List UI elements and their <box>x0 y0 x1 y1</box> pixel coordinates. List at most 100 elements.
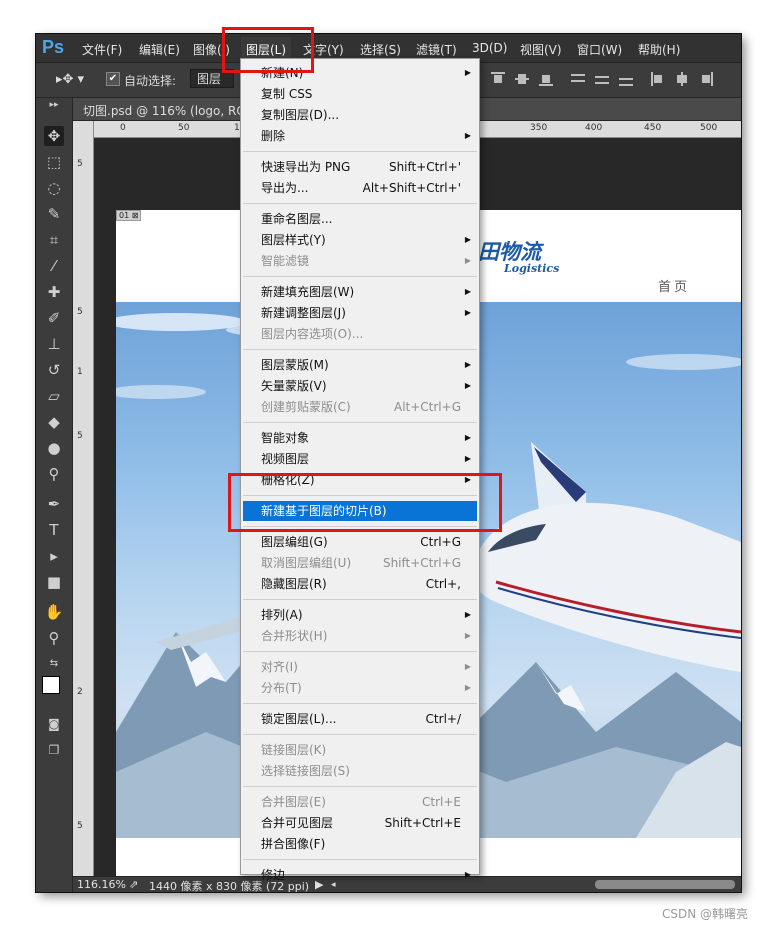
clone-stamp-tool-icon[interactable]: ⊥ <box>44 334 64 354</box>
brush-tool-icon[interactable]: ✐ <box>44 308 64 328</box>
menu-item[interactable]: 删除 ▶ <box>241 126 479 146</box>
nav-home-link: 首页 <box>658 280 691 295</box>
menu-item-label: 图层内容选项(O)... <box>261 327 364 341</box>
menu-item[interactable]: 隐藏图层(R) Ctrl+, <box>241 574 479 594</box>
menu-item: 合并形状(H) ▶ <box>241 626 479 646</box>
menu-item-label: 导出为... <box>261 181 309 195</box>
menu-item[interactable]: 快速导出为 PNG Shift+Ctrl+' <box>241 157 479 177</box>
menu-window[interactable]: 窗口(W) <box>577 41 622 58</box>
crop-tool-icon[interactable]: ⌗ <box>44 230 64 250</box>
menu-item-label: 复制 CSS <box>261 87 313 101</box>
menu-item[interactable]: 修边 ▶ <box>241 865 479 885</box>
ruler-mark: 5 <box>77 821 83 831</box>
menu-help[interactable]: 帮助(H) <box>638 41 680 58</box>
menu-item: 对齐(I) ▶ <box>241 657 479 677</box>
type-tool-icon[interactable]: T <box>44 520 64 540</box>
menu-item-shortcut: Shift+Ctrl+' <box>388 160 461 174</box>
distribute-vcenter-icon[interactable] <box>595 72 609 86</box>
distribute-top-icon[interactable] <box>571 72 585 86</box>
ruler-mark: 1 <box>77 367 83 377</box>
rectangle-tool-icon[interactable]: ■ <box>44 572 64 592</box>
auto-select-checkbox[interactable]: ✔ <box>106 72 120 86</box>
menu-item-label: 删除 <box>261 129 286 143</box>
menu-item[interactable]: 图层编组(G) Ctrl+G <box>241 532 479 552</box>
zoom-tool-icon[interactable]: ⚲ <box>44 628 64 648</box>
menu-item: 选择链接图层(S) <box>241 761 479 781</box>
menu-item-shortcut: Alt+Shift+Ctrl+' <box>362 181 461 195</box>
align-vcenter-icon[interactable] <box>515 72 529 86</box>
menu-item[interactable]: 复制图层(D)... <box>241 105 479 125</box>
menu-file[interactable]: 文件(F) <box>82 41 122 58</box>
menu-item[interactable]: 矢量蒙版(V) ▶ <box>241 376 479 396</box>
menu-separator <box>243 703 477 704</box>
healing-brush-tool-icon[interactable]: ✚ <box>44 282 64 302</box>
swap-colors-icon[interactable]: ⇆ <box>44 654 64 674</box>
blur-tool-icon[interactable]: ● <box>44 438 64 458</box>
move-tool-icon[interactable]: ▸✥ ▾ <box>56 72 84 87</box>
menu-item[interactable]: 合并可见图层 Shift+Ctrl+E <box>241 813 479 833</box>
submenu-arrow-icon: ▶ <box>464 68 471 77</box>
watermark: CSDN @韩曙亮 <box>662 907 749 921</box>
quick-mask-icon[interactable]: ◙ <box>44 714 64 734</box>
submenu-arrow-icon: ▶ <box>464 360 471 369</box>
menu-item[interactable]: 图层蒙版(M) ▶ <box>241 355 479 375</box>
screen-mode-icon[interactable]: ❐ <box>44 740 64 760</box>
menu-3d[interactable]: 3D(D) <box>472 41 507 55</box>
menu-edit[interactable]: 编辑(E) <box>139 41 180 58</box>
path-select-tool-icon[interactable]: ▸ <box>44 546 64 566</box>
menu-item[interactable]: 图层样式(Y) ▶ <box>241 230 479 250</box>
align-bottom-icon[interactable] <box>539 72 553 86</box>
menu-item: 取消图层编组(U) Shift+Ctrl+G <box>241 553 479 573</box>
distribute-bottom-icon[interactable] <box>619 72 633 86</box>
menu-item-label: 智能滤镜 <box>261 254 310 268</box>
submenu-arrow-icon: ▶ <box>464 870 471 879</box>
menu-item[interactable]: 锁定图层(L)... Ctrl+/ <box>241 709 479 729</box>
menu-filter[interactable]: 滤镜(T) <box>416 41 457 58</box>
menu-item[interactable]: 新建填充图层(W) ▶ <box>241 282 479 302</box>
menu-item[interactable]: 新建调整图层(J) ▶ <box>241 303 479 323</box>
menu-separator <box>243 276 477 277</box>
align-hcenter-icon[interactable] <box>675 72 689 86</box>
menu-item[interactable]: 重命名图层... <box>241 209 479 229</box>
menu-view[interactable]: 视图(V) <box>520 41 562 58</box>
hand-tool-icon[interactable]: ✋ <box>44 602 64 622</box>
menu-separator <box>243 859 477 860</box>
align-right-icon[interactable] <box>699 72 713 86</box>
submenu-arrow-icon: ▶ <box>464 381 471 390</box>
menu-item[interactable]: 智能对象 ▶ <box>241 428 479 448</box>
align-top-icon[interactable] <box>491 72 505 86</box>
panel-collapse-icon[interactable]: ▸▸ <box>44 100 64 110</box>
menu-item-label: 图层样式(Y) <box>261 233 326 247</box>
menu-item-label: 视频图层 <box>261 452 310 466</box>
menu-item-label: 链接图层(K) <box>261 743 327 757</box>
menu-select[interactable]: 选择(S) <box>360 41 401 58</box>
quick-select-tool-icon[interactable]: ✎ <box>44 204 64 224</box>
submenu-arrow-icon: ▶ <box>464 287 471 296</box>
foreground-color-swatch[interactable] <box>42 676 60 694</box>
move-tool-icon[interactable]: ✥ <box>44 126 64 146</box>
menu-separator <box>243 734 477 735</box>
layer-menu-dropdown: 新建(N) ▶ 复制 CSS 复制图层(D)... 删除 ▶ 快速导出为 PNG Shift+… <box>240 58 480 882</box>
menu-item-shortcut: Ctrl+/ <box>425 712 461 726</box>
align-left-icon[interactable] <box>651 72 665 86</box>
eraser-tool-icon[interactable]: ▱ <box>44 386 64 406</box>
eyedropper-tool-icon[interactable]: ⁄ <box>44 256 64 276</box>
ruler-mark: 50 <box>178 123 190 133</box>
menu-item[interactable]: 排列(A) ▶ <box>241 605 479 625</box>
zoom-level[interactable]: 116.16% <box>77 878 126 891</box>
horizontal-scrollbar[interactable] <box>595 880 735 889</box>
menu-item[interactable]: 复制 CSS <box>241 84 479 104</box>
dodge-tool-icon[interactable]: ⚲ <box>44 464 64 484</box>
menu-item[interactable]: 拼合图像(F) <box>241 834 479 854</box>
paint-bucket-tool-icon[interactable]: ◆ <box>44 412 64 432</box>
menu-item[interactable]: 视频图层 ▶ <box>241 449 479 469</box>
menu-item[interactable]: 导出为... Alt+Shift+Ctrl+' <box>241 178 479 198</box>
marquee-tool-icon[interactable]: ⬚ <box>44 152 64 172</box>
history-brush-tool-icon[interactable]: ↺ <box>44 360 64 380</box>
lasso-tool-icon[interactable]: ◌ <box>44 178 64 198</box>
menu-item: 合并图层(E) Ctrl+E <box>241 792 479 812</box>
menu-item-label: 图层编组(G) <box>261 535 328 549</box>
pen-tool-icon[interactable]: ✒ <box>44 494 64 514</box>
submenu-arrow-icon: ▶ <box>464 610 471 619</box>
export-icon[interactable]: ⇗ <box>129 878 138 891</box>
